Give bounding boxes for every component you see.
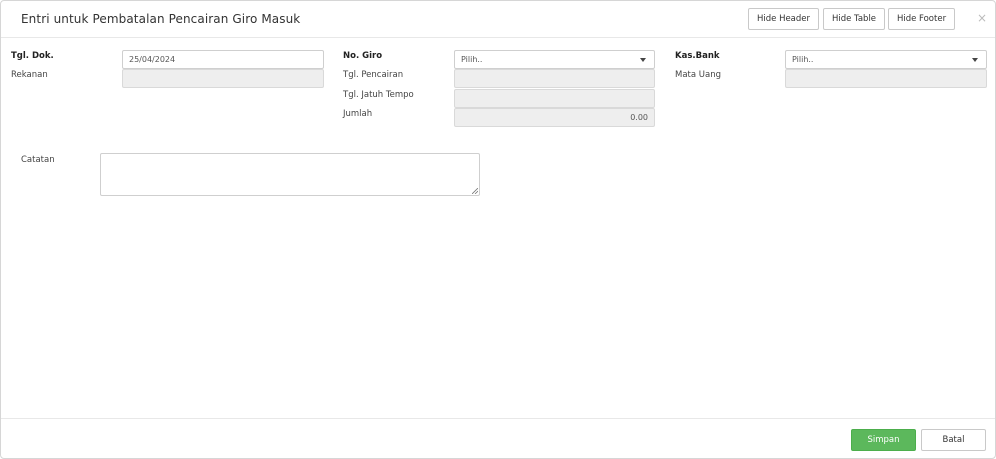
kas-bank-selected-value: Pilih..	[792, 55, 814, 64]
modal-footer: Simpan Batal	[1, 418, 995, 459]
kas-bank-label: Kas.Bank	[675, 51, 720, 61]
mata-uang-field	[785, 69, 987, 88]
modal-header: Entri untuk Pembatalan Pencairan Giro Ma…	[1, 1, 995, 38]
tgl-pencairan-label: Tgl. Pencairan	[343, 70, 404, 80]
jumlah-field: 0.00	[454, 108, 655, 127]
no-giro-label: No. Giro	[343, 51, 383, 61]
hide-header-button[interactable]: Hide Header	[748, 8, 819, 30]
no-giro-selected-value: Pilih..	[461, 55, 483, 64]
tgl-jatuh-tempo-field	[454, 89, 655, 108]
mata-uang-label: Mata Uang	[675, 70, 721, 80]
rekanan-field	[122, 69, 324, 88]
modal-dialog: Entri untuk Pembatalan Pencairan Giro Ma…	[0, 0, 996, 459]
catatan-label: Catatan	[21, 155, 55, 165]
chevron-down-icon	[640, 58, 646, 62]
catatan-textarea[interactable]	[100, 153, 480, 196]
close-icon[interactable]: ×	[977, 11, 987, 25]
tgl-dok-label: Tgl. Dok.	[11, 51, 54, 61]
hide-table-button[interactable]: Hide Table	[823, 8, 885, 30]
rekanan-label: Rekanan	[11, 70, 48, 80]
chevron-down-icon	[972, 58, 978, 62]
kas-bank-select[interactable]: Pilih..	[785, 50, 987, 69]
modal-title: Entri untuk Pembatalan Pencairan Giro Ma…	[21, 12, 301, 26]
save-button[interactable]: Simpan	[851, 429, 916, 451]
cancel-button[interactable]: Batal	[921, 429, 986, 451]
hide-footer-button[interactable]: Hide Footer	[888, 8, 955, 30]
no-giro-select[interactable]: Pilih..	[454, 50, 655, 69]
resize-handle-icon[interactable]	[472, 188, 478, 194]
tgl-pencairan-field	[454, 69, 655, 88]
jumlah-label: Jumlah	[343, 109, 373, 119]
tgl-jatuh-tempo-label: Tgl. Jatuh Tempo	[343, 90, 414, 100]
tgl-dok-input[interactable]: 25/04/2024	[122, 50, 324, 69]
